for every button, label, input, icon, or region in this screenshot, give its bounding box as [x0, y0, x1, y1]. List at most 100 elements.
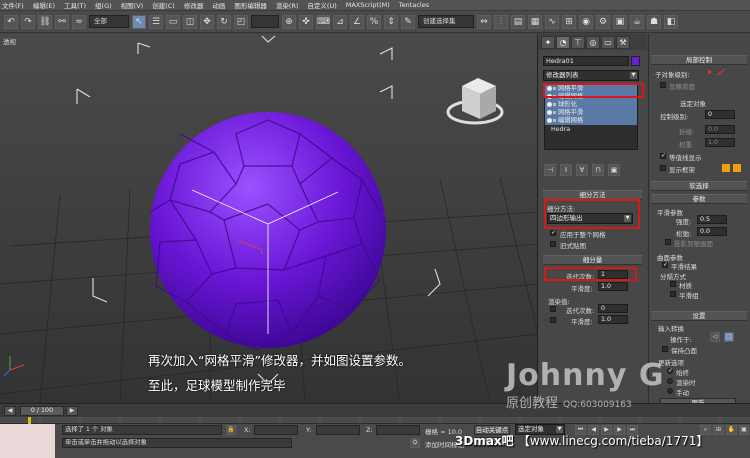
material-editor-icon[interactable]: ◉ — [579, 14, 593, 29]
render-setup-icon[interactable]: ⚙ — [596, 14, 610, 29]
viewport-label[interactable]: 透视 — [3, 36, 16, 46]
layer-manager-icon[interactable]: ▤ — [511, 14, 525, 29]
materials-checkbox[interactable] — [670, 281, 676, 287]
object-name-field[interactable]: Hedra01 — [543, 56, 629, 66]
stack-item[interactable]: 编辑网格 — [545, 117, 637, 125]
edge-sublevel-icon[interactable] — [716, 68, 726, 76]
pin-stack-icon[interactable]: ⊣ — [544, 164, 556, 176]
curve-editor-icon[interactable]: ∿ — [545, 14, 559, 29]
old-style-mapping-checkbox[interactable] — [550, 241, 556, 247]
parameters-rollout-header[interactable]: 参数 — [651, 194, 747, 204]
maximize-viewport-icon[interactable]: ▣ — [739, 425, 749, 435]
menu-animation[interactable]: 动画 — [212, 0, 225, 10]
track-bar[interactable] — [0, 417, 750, 424]
isoline-display-checkbox[interactable] — [660, 152, 666, 159]
time-slider-thumb[interactable]: 0 / 100 — [20, 406, 64, 416]
x-coord-field[interactable] — [254, 425, 298, 435]
select-by-name-icon[interactable]: ☰ — [149, 14, 163, 29]
utilities-tab-icon[interactable]: ⚒ — [616, 35, 630, 49]
render-iterations-spinner[interactable]: 0 — [598, 304, 628, 313]
scale-icon[interactable]: ◰ — [234, 14, 248, 29]
settings-rollout-header[interactable]: 设置 — [651, 311, 747, 321]
menu-rendering[interactable]: 渲染(R) — [276, 0, 299, 10]
stack-item[interactable]: 球形化 — [545, 101, 637, 109]
render-production-icon[interactable]: ☗ — [647, 14, 661, 29]
make-unique-icon[interactable]: ∀ — [576, 164, 588, 176]
keep-convex-checkbox[interactable] — [662, 346, 668, 352]
object-color-swatch[interactable] — [631, 56, 640, 66]
pivot-center-icon[interactable]: ⊕ — [282, 14, 296, 29]
modify-tab-icon[interactable]: ◔ — [556, 35, 570, 49]
update-when-rendering-radio[interactable] — [667, 378, 673, 384]
maxscript-listener-mini[interactable] — [0, 424, 55, 458]
eye-icon[interactable] — [547, 102, 552, 107]
menu-views[interactable]: 视图(V) — [121, 0, 144, 10]
update-always-radio[interactable] — [667, 367, 673, 374]
selection-filter-dropdown[interactable]: 全部 — [89, 15, 129, 28]
menu-file[interactable]: 文件(F) — [2, 0, 24, 10]
apply-whole-mesh-checkbox[interactable] — [550, 229, 556, 236]
time-slider[interactable]: ◀ 0 / 100 ▶ — [0, 403, 750, 417]
edit-named-selection-icon[interactable]: ✎ — [401, 14, 415, 29]
angle-snap-icon[interactable]: ∠ — [350, 14, 364, 29]
active-shade-icon[interactable]: ◧ — [664, 14, 678, 29]
graphite-icon[interactable]: ▦ — [528, 14, 542, 29]
show-cage-checkbox[interactable] — [660, 165, 666, 171]
show-end-result-icon[interactable]: I — [560, 164, 572, 176]
menu-maxscript[interactable]: MAXScript(M) — [346, 1, 390, 9]
ignore-backfacing-checkbox[interactable] — [660, 82, 666, 88]
lock-selection-icon[interactable]: 🔒 — [226, 425, 236, 435]
move-icon[interactable]: ✥ — [200, 14, 214, 29]
redo-icon[interactable]: ↷ — [21, 14, 35, 29]
next-frame-icon[interactable]: ▶ — [66, 406, 78, 416]
menu-modifiers[interactable]: 修改器 — [184, 0, 204, 10]
weight-spinner[interactable]: 1.0 — [705, 138, 735, 147]
cage-color-swatch-1[interactable] — [722, 164, 730, 172]
eye-icon[interactable] — [547, 110, 552, 115]
schematic-view-icon[interactable]: ⊞ — [562, 14, 576, 29]
hierarchy-tab-icon[interactable]: ⊤ — [571, 35, 585, 49]
relax-spinner[interactable]: 0.0 — [697, 227, 727, 236]
menu-create[interactable]: 创建(C) — [152, 0, 175, 10]
zoom-all-icon[interactable]: ⊞ — [713, 425, 724, 435]
align-icon[interactable]: ⫶ — [494, 14, 508, 29]
percent-snap-icon[interactable]: % — [367, 14, 381, 29]
display-tab-icon[interactable]: ▭ — [601, 35, 615, 49]
create-tab-icon[interactable]: ✦ — [541, 35, 555, 49]
motion-tab-icon[interactable]: ◎ — [586, 35, 600, 49]
manipulate-icon[interactable]: ✜ — [299, 14, 313, 29]
z-coord-field[interactable] — [376, 425, 420, 435]
previous-frame-icon[interactable]: ◀ — [4, 406, 16, 416]
pan-view-icon[interactable]: ✋ — [726, 425, 737, 435]
control-level-spinner[interactable]: 0 — [705, 110, 735, 119]
named-selection-dropdown[interactable]: 创建选择集 — [418, 15, 474, 28]
subdivision-amount-rollout-header[interactable]: 细分量 — [543, 255, 642, 265]
undo-icon[interactable]: ↶ — [4, 14, 18, 29]
update-manually-radio[interactable] — [667, 388, 673, 394]
link-icon[interactable]: ⛓ — [38, 14, 52, 29]
snap-3d-icon[interactable]: ⊿ — [333, 14, 347, 29]
modifier-list-dropdown[interactable]: 修改器列表 ▼ — [543, 70, 639, 81]
stack-item[interactable]: 网格平滑 — [545, 109, 637, 117]
rendered-frame-icon[interactable]: ▣ — [613, 14, 627, 29]
rect-selection-icon[interactable]: ▭ — [166, 14, 180, 29]
bind-space-warp-icon[interactable]: ≈ — [72, 14, 86, 29]
smoothing-groups-checkbox[interactable] — [670, 291, 676, 297]
spinner-snap-icon[interactable]: ⇕ — [384, 14, 398, 29]
render-smoothness-spinner[interactable]: 1.0 — [598, 315, 628, 324]
menu-tentacles[interactable]: Tentacles — [399, 1, 429, 9]
configure-sets-icon[interactable]: ▣ — [608, 164, 620, 176]
unlink-icon[interactable]: ⚯ — [55, 14, 69, 29]
stack-item[interactable]: Hedra — [545, 126, 637, 134]
smooth-result-checkbox[interactable] — [662, 261, 668, 268]
render-iterations-checkbox[interactable] — [550, 306, 556, 312]
time-tag-icon[interactable]: ⛭ — [410, 438, 420, 448]
render-smoothness-checkbox[interactable] — [550, 317, 556, 323]
smoothness-spinner[interactable]: 1.0 — [598, 282, 628, 291]
menu-graph-editors[interactable]: 图形编辑器 — [234, 0, 267, 10]
menu-tools[interactable]: 工具(T) — [64, 0, 86, 10]
cage-color-swatch-2[interactable] — [733, 164, 741, 172]
mirror-icon[interactable]: ⇔ — [477, 14, 491, 29]
render-icon[interactable]: ☕ — [630, 14, 644, 29]
local-control-rollout-header[interactable]: 局部控制 — [651, 55, 747, 65]
